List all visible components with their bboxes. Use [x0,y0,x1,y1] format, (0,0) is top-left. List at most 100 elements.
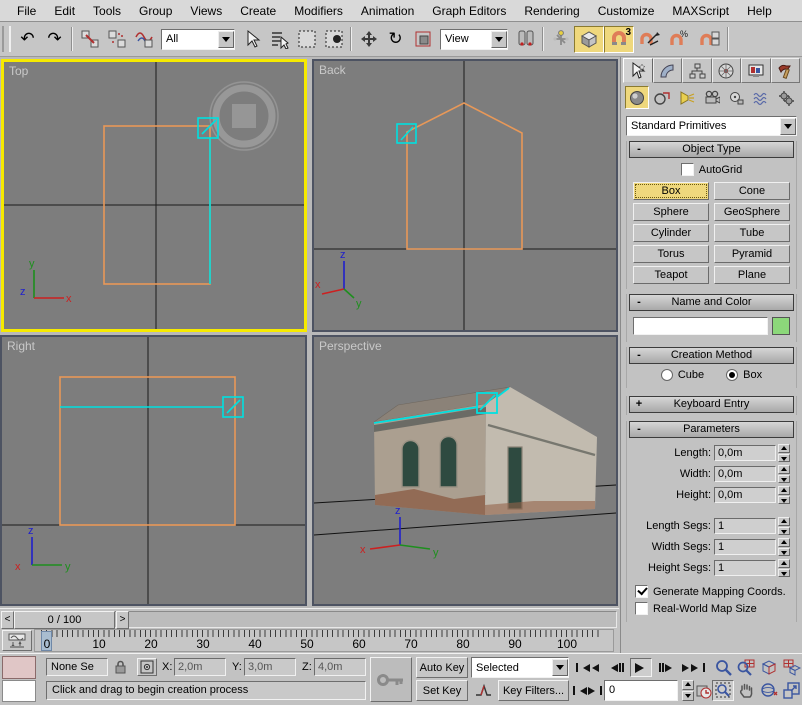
snap-toggle-3d-icon[interactable] [574,26,604,53]
next-frame-icon[interactable] [656,659,678,676]
viewport-right[interactable]: Right z x y [0,335,307,606]
select-and-link-icon[interactable] [76,26,103,53]
zoom-all-icon[interactable] [735,657,757,678]
rollout-parameters-header[interactable]: - Parameters [629,421,794,438]
generate-mapping-coords-checkbox[interactable] [635,585,648,598]
arc-rotate-icon[interactable] [758,680,780,701]
viewport-right-label[interactable]: Right [7,339,35,353]
rollout-object-type-header[interactable]: - Object Type [629,141,794,158]
select-by-name-icon[interactable] [266,26,293,53]
key-filters-button[interactable]: Key Filters... [498,680,569,701]
selection-filter-dropdown[interactable]: All [161,29,235,50]
button-torus[interactable]: Torus [633,245,709,263]
open-mini-curve-editor-button[interactable] [2,630,32,651]
unlink-selection-icon[interactable] [103,26,130,53]
height-segs-spinner[interactable] [778,559,790,577]
width-spinner[interactable] [778,465,790,483]
radio-box[interactable] [726,369,738,381]
viewport-perspective[interactable]: Perspective [312,335,618,606]
spinner-snap-toggle-icon[interactable] [694,26,724,53]
snaps-toggle-icon[interactable]: 3 [604,26,634,53]
rollout-keyboard-entry-header[interactable]: + Keyboard Entry [629,396,794,413]
viewport-top-canvas[interactable]: y x z [4,62,304,329]
viewport-top-label[interactable]: Top [9,64,28,78]
select-and-rotate-icon[interactable]: ↻ [382,26,409,53]
house-model[interactable] [374,387,597,515]
height-segs-field[interactable]: 1 [714,560,776,576]
button-pyramid[interactable]: Pyramid [714,245,790,263]
select-and-move-icon[interactable] [355,26,382,53]
category-systems-icon[interactable] [774,86,798,109]
default-in-out-tangents-icon[interactable] [472,680,494,701]
button-box[interactable]: Box [633,182,709,200]
menu-animation[interactable]: Animation [352,2,423,20]
frame-spinner[interactable] [682,680,694,701]
category-shapes-icon[interactable] [650,86,674,109]
rollout-name-and-color-header[interactable]: - Name and Color [629,294,794,311]
menu-group[interactable]: Group [130,2,181,20]
dropdown-arrow-icon[interactable] [218,31,234,48]
z-coordinate-field[interactable]: 4,0m [314,658,366,676]
menu-create[interactable]: Create [231,2,285,20]
width-segs-field[interactable]: 1 [714,539,776,555]
bind-to-space-warp-icon[interactable] [130,26,157,53]
height-field[interactable]: 0,0m [714,487,776,503]
radio-cube[interactable] [661,369,673,381]
set-key-button[interactable]: Set Key [416,680,468,701]
play-animation-icon[interactable] [630,658,652,677]
dropdown-arrow-icon[interactable] [491,31,507,48]
viewport-back-label[interactable]: Back [319,63,346,77]
menu-maxscript[interactable]: MAXScript [663,2,738,20]
collapse-icon[interactable]: - [633,348,645,363]
undo-icon[interactable]: ↶ [14,26,41,53]
button-cone[interactable]: Cone [714,182,790,200]
tab-hierarchy[interactable] [682,58,712,83]
current-frame-field[interactable]: 0 [604,680,678,701]
menu-modifiers[interactable]: Modifiers [285,2,352,20]
reference-coordinate-system-dropdown[interactable]: View [440,29,508,50]
maximize-viewport-toggle-icon[interactable] [781,680,802,701]
zoom-extents-all-icon[interactable] [781,657,802,678]
menu-edit[interactable]: Edit [45,2,84,20]
set-keys-key-button[interactable] [370,657,412,702]
menu-views[interactable]: Views [181,2,231,20]
maxscript-listener-macro[interactable] [2,656,36,679]
absolute-mode-transform-icon[interactable] [137,658,157,676]
button-cylinder[interactable]: Cylinder [633,224,709,242]
rollout-creation-method-header[interactable]: - Creation Method [629,347,794,364]
height-spinner[interactable] [778,486,790,504]
track-bar-ruler[interactable]: 0 10 20 30 40 50 60 70 80 90 100 [34,629,614,652]
viewport-perspective-label[interactable]: Perspective [319,339,382,353]
collapse-icon[interactable]: - [633,295,645,310]
selection-lock-icon[interactable] [111,658,129,676]
angle-snap-toggle-icon[interactable] [634,26,664,53]
select-and-scale-icon[interactable] [409,26,436,53]
length-segs-field[interactable]: 1 [714,518,776,534]
viewport-back-canvas[interactable]: z x y [314,61,616,330]
tab-display[interactable] [741,58,771,83]
auto-key-button[interactable]: Auto Key [416,657,468,678]
menu-tools[interactable]: Tools [84,2,130,20]
menu-rendering[interactable]: Rendering [515,2,588,20]
dropdown-arrow-icon[interactable] [780,118,796,135]
use-pivot-point-center-icon[interactable] [512,26,539,53]
width-field[interactable]: 0,0m [714,466,776,482]
y-coordinate-field[interactable]: 3,0m [244,658,296,676]
primitives-category-dropdown[interactable]: Standard Primitives [626,116,797,136]
button-tube[interactable]: Tube [714,224,790,242]
category-geometry-icon[interactable] [625,86,649,109]
next-frame-arrow[interactable]: > [116,611,129,629]
button-geosphere[interactable]: GeoSphere [714,203,790,221]
go-to-end-icon[interactable] [682,659,704,676]
button-sphere[interactable]: Sphere [633,203,709,221]
button-teapot[interactable]: Teapot [633,266,709,284]
viewport-right-canvas[interactable]: z x y [2,337,305,604]
width-segs-spinner[interactable] [778,538,790,556]
autogrid-checkbox[interactable] [681,163,694,176]
category-cameras-icon[interactable] [700,86,724,109]
expand-icon[interactable]: + [633,397,645,412]
menu-graph-editors[interactable]: Graph Editors [423,2,515,20]
dropdown-arrow-icon[interactable] [552,659,568,676]
collapse-icon[interactable]: - [633,422,645,437]
maxscript-listener-input[interactable] [2,680,36,702]
